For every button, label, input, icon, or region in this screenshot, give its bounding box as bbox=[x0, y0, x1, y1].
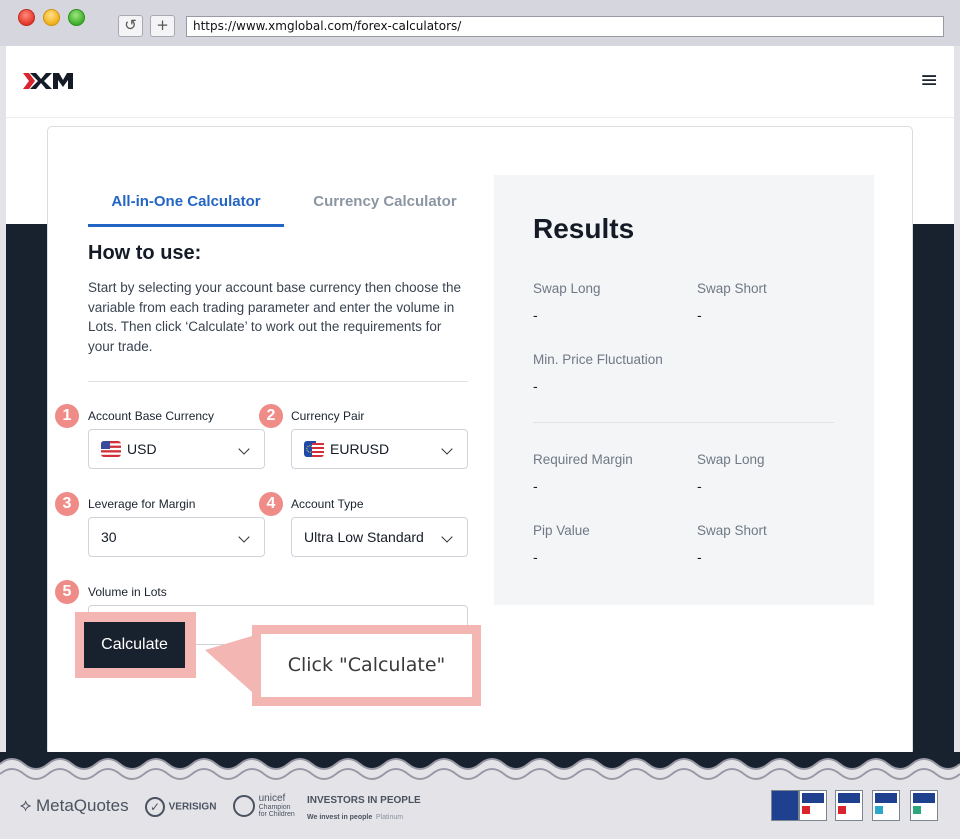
leverage-label: Leverage for Margin bbox=[88, 497, 196, 511]
step-badge-5: 5 bbox=[55, 580, 79, 604]
metaquotes-icon: ⟡ bbox=[20, 796, 32, 816]
page-cut-separator bbox=[0, 752, 960, 782]
currency-pair-value: EURUSD bbox=[330, 441, 390, 457]
currency-pair-select[interactable]: EURUSD bbox=[291, 429, 468, 469]
required-margin-value: - bbox=[533, 478, 538, 494]
step-badge-1: 1 bbox=[55, 404, 79, 428]
xm-logo[interactable] bbox=[23, 70, 73, 92]
swap-long-value: - bbox=[533, 307, 538, 323]
unicef-champion-text: Champion bbox=[258, 804, 291, 811]
step-badge-3: 3 bbox=[55, 492, 79, 516]
calculate-button[interactable]: Calculate bbox=[84, 622, 185, 668]
volume-label: Volume in Lots bbox=[88, 585, 167, 599]
browser-chrome: ↺ + https://www.xmglobal.com/forex-calcu… bbox=[0, 0, 960, 46]
account-base-currency-label: Account Base Currency bbox=[88, 409, 215, 423]
chevron-down-icon bbox=[238, 443, 250, 455]
unicef-logo: unicef Champion for Children bbox=[233, 794, 295, 818]
tab-all-in-one-calculator[interactable]: All-in-One Calculator bbox=[88, 193, 284, 227]
account-base-currency-select[interactable]: USD bbox=[88, 429, 265, 469]
minimize-window-button[interactable] bbox=[43, 9, 60, 26]
unicef-text: unicef bbox=[258, 793, 286, 804]
metaquotes-logo: ⟡ MetaQuotes bbox=[20, 796, 129, 816]
how-to-title: How to use: bbox=[88, 242, 202, 264]
award-badge-icon bbox=[799, 790, 827, 821]
how-to-description: Start by selecting your account base cur… bbox=[88, 280, 461, 354]
required-margin-label: Required Margin bbox=[533, 452, 633, 467]
step-badge-4: 4 bbox=[259, 492, 283, 516]
swap-long-label-2: Swap Long bbox=[697, 452, 765, 467]
swap-short-label-2: Swap Short bbox=[697, 523, 767, 538]
close-window-button[interactable] bbox=[18, 9, 35, 26]
metaquotes-text: MetaQuotes bbox=[35, 796, 129, 815]
pip-value-label: Pip Value bbox=[533, 523, 590, 538]
chevron-down-icon bbox=[238, 531, 250, 543]
min-price-fluctuation-value: - bbox=[533, 378, 538, 394]
tab-currency-calculator[interactable]: Currency Calculator bbox=[300, 193, 470, 227]
maximize-window-button[interactable] bbox=[68, 9, 85, 26]
us-flag-icon bbox=[101, 441, 121, 457]
iip-subtitle: We invest in people bbox=[307, 814, 373, 821]
iip-title: INVESTORS IN PEOPLE bbox=[307, 795, 421, 806]
leverage-select[interactable]: 30 bbox=[88, 517, 265, 557]
unicef-children-text: for Children bbox=[258, 811, 295, 818]
step-badge-2: 2 bbox=[259, 404, 283, 428]
unicef-globe-icon bbox=[233, 795, 255, 817]
results-title: Results bbox=[533, 213, 635, 244]
menu-icon[interactable]: ≡ bbox=[920, 70, 938, 92]
swap-short-label: Swap Short bbox=[697, 281, 767, 296]
chevron-down-icon bbox=[441, 531, 453, 543]
verisign-text: VERISIGN bbox=[168, 801, 217, 813]
callout-text: Click "Calculate" bbox=[261, 634, 472, 697]
results-divider bbox=[533, 422, 834, 423]
currency-pair-label: Currency Pair bbox=[291, 409, 365, 423]
eurusd-flag-icon bbox=[304, 441, 324, 457]
chevron-down-icon bbox=[441, 443, 453, 455]
calculate-highlight: Calculate bbox=[75, 612, 196, 678]
swap-short-value: - bbox=[697, 307, 702, 323]
award-badge-icon bbox=[910, 790, 938, 821]
site-header: ≡ bbox=[6, 46, 954, 118]
results-panel: Results Swap Long - Swap Short - Min. Pr… bbox=[494, 175, 874, 605]
leverage-value: 30 bbox=[101, 529, 117, 545]
swap-short-value-2: - bbox=[697, 549, 702, 565]
new-tab-icon[interactable]: + bbox=[150, 15, 175, 37]
investors-in-people-logo: INVESTORS IN PEOPLE We invest in people … bbox=[307, 795, 421, 822]
pip-value-value: - bbox=[533, 549, 538, 565]
iip-level: Platinum bbox=[375, 814, 404, 821]
divider bbox=[88, 381, 468, 382]
swap-long-label: Swap Long bbox=[533, 281, 601, 296]
award-badge-icon bbox=[835, 790, 863, 821]
verisign-check-icon: ✓ bbox=[145, 797, 165, 817]
account-type-label: Account Type bbox=[291, 497, 364, 511]
verisign-logo: ✓ VERISIGN bbox=[145, 797, 216, 817]
account-base-currency-value: USD bbox=[127, 441, 157, 457]
award-badge-icon bbox=[872, 790, 900, 821]
instruction-callout: Click "Calculate" bbox=[252, 625, 481, 706]
award-badge-icon bbox=[771, 790, 799, 821]
account-type-value: Ultra Low Standard bbox=[304, 529, 424, 545]
footer-partners: ⟡ MetaQuotes ✓ VERISIGN unicef Champion … bbox=[0, 782, 960, 839]
address-bar[interactable]: https://www.xmglobal.com/forex-calculato… bbox=[186, 16, 944, 37]
reload-icon[interactable]: ↺ bbox=[118, 15, 143, 37]
swap-long-value-2: - bbox=[697, 478, 702, 494]
account-type-select[interactable]: Ultra Low Standard bbox=[291, 517, 468, 557]
min-price-fluctuation-label: Min. Price Fluctuation bbox=[533, 352, 663, 367]
